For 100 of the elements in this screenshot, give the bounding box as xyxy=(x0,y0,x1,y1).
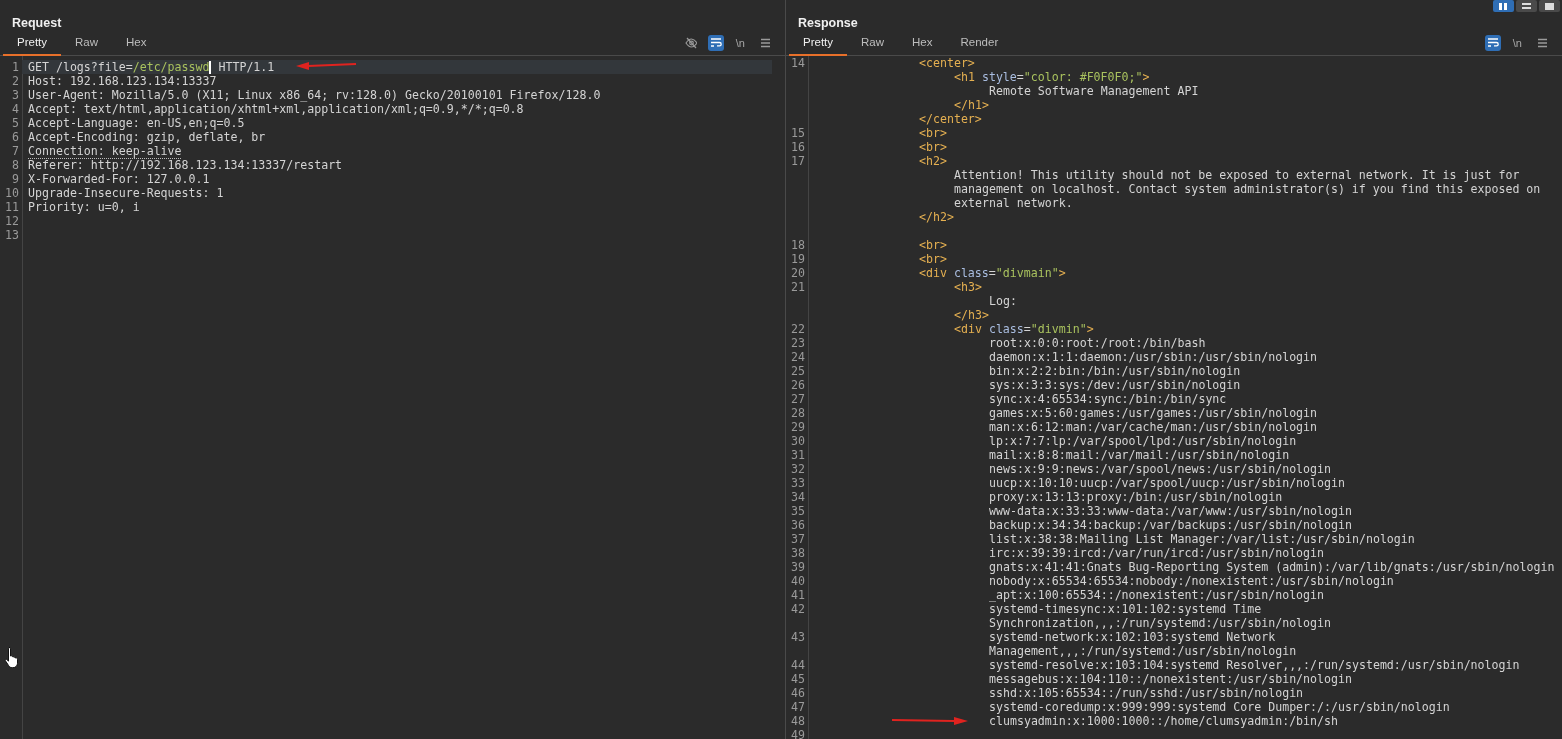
code-line: gnats:x:41:41:Gnats Bug-Reporting System (admin):/var/lib/gnats:/usr/sbin/nologin xyxy=(989,560,1555,574)
line-number: 2 xyxy=(12,74,19,88)
code-line: </h2> xyxy=(919,210,954,224)
line-number: 19 xyxy=(791,252,805,266)
code-line: <div class="divmain"> xyxy=(919,266,1066,280)
tab[interactable]: Hex xyxy=(112,32,161,56)
line-number: 49 xyxy=(791,728,805,739)
line-number: 35 xyxy=(791,504,805,518)
code-line: User-Agent: Mozilla/5.0 (X11; Linux x86_64; rv:128.0) Gecko/20100101 Firefox/128.0 xyxy=(27,88,602,102)
code-line: Priority: u=0, i xyxy=(27,200,141,214)
code-line: Referer: http://192.168.123.134:13337/restart xyxy=(27,158,344,172)
layout-button[interactable] xyxy=(1493,0,1514,12)
line-number: 25 xyxy=(791,364,805,378)
line-number: 9 xyxy=(12,172,19,186)
line-number: 33 xyxy=(791,476,805,490)
code-line: external network. xyxy=(954,196,1073,210)
line-number: 47 xyxy=(791,700,805,714)
rows-icon xyxy=(1522,2,1531,10)
code-line: <br> xyxy=(919,238,947,252)
code-line: sys:x:3:3:sys:/dev:/usr/sbin/nologin xyxy=(989,378,1241,392)
line-number: 5 xyxy=(12,116,19,130)
code-line: <h1 style="color: #F0F0F0;"> xyxy=(954,70,1150,84)
line-number: 6 xyxy=(12,130,19,144)
line-number: 8 xyxy=(12,158,19,172)
line-number: 24 xyxy=(791,350,805,364)
line-number: 4 xyxy=(12,102,19,116)
code-line: man:x:6:12:man:/var/cache/man:/usr/sbin/nologin xyxy=(989,420,1318,434)
columns-icon xyxy=(1499,2,1508,10)
code-line: list:x:38:38:Mailing List Manager:/var/list:/usr/sbin/nologin xyxy=(989,532,1415,546)
code-line: <h3> xyxy=(954,280,982,294)
tab[interactable]: Raw xyxy=(61,32,113,56)
line-number: 16 xyxy=(791,140,805,154)
code-line: systemd-network:x:102:103:systemd Network xyxy=(989,630,1276,644)
line-number: 30 xyxy=(791,434,805,448)
code-line: mail:x:8:8:mail:/var/mail:/usr/sbin/nologin xyxy=(989,448,1290,462)
line-number: 43 xyxy=(791,630,805,644)
code-line: <div class="divmin"> xyxy=(954,322,1094,336)
code-line: management on localhost. Contact system administrator(s) if you find this exposed on xyxy=(954,182,1541,196)
line-number: 18 xyxy=(791,238,805,252)
code-line: nobody:x:65534:65534:nobody:/nonexistent:/usr/sbin/nologin xyxy=(989,574,1394,588)
line-number: 44 xyxy=(791,658,805,672)
single-pane-icon xyxy=(1545,2,1554,10)
code-line: root:x:0:0:root:/root:/bin/bash xyxy=(989,336,1206,350)
code-line: lp:x:7:7:lp:/var/spool/lpd:/usr/sbin/nologin xyxy=(989,434,1297,448)
line-number: 40 xyxy=(791,574,805,588)
line-number: 36 xyxy=(791,518,805,532)
tab[interactable]: Raw xyxy=(847,32,899,56)
code-line: Accept-Encoding: gzip, deflate, br xyxy=(27,130,267,144)
code-line: </h3> xyxy=(954,308,989,322)
code-line: irc:x:39:39:ircd:/var/run/ircd:/usr/sbin/nologin xyxy=(989,546,1325,560)
pointer-cursor-icon xyxy=(4,646,20,668)
code-line: Upgrade-Insecure-Requests: 1 xyxy=(27,186,225,200)
pane-title: Response xyxy=(797,15,858,32)
code-line: Connection: keep-alive xyxy=(27,144,183,158)
newline-toggle[interactable]: \n xyxy=(732,35,748,51)
code-line: systemd-resolve:x:103:104:systemd Resolver,,,:/run/systemd:/usr/sbin/nologin xyxy=(989,658,1520,672)
line-number: 29 xyxy=(791,420,805,434)
code-line: Attention! This utility should not be exposed to external network. It is just for xyxy=(954,168,1520,182)
layout-button[interactable] xyxy=(1516,0,1537,12)
tab[interactable]: Pretty xyxy=(789,32,848,56)
code-line: systemd-timesync:x:101:102:systemd Time xyxy=(989,602,1262,616)
line-number: 22 xyxy=(791,322,805,336)
line-number: 12 xyxy=(5,214,19,228)
code-line: Log: xyxy=(989,294,1017,308)
line-number: 32 xyxy=(791,462,805,476)
tab[interactable]: Hex xyxy=(898,32,947,56)
line-number: 11 xyxy=(5,200,19,214)
code-line: <h2> xyxy=(919,154,947,168)
wrap-button[interactable] xyxy=(707,35,724,51)
line-number: 39 xyxy=(791,560,805,574)
line-number: 45 xyxy=(791,672,805,686)
tab[interactable]: Render xyxy=(946,32,1013,56)
line-number: 17 xyxy=(791,154,805,168)
code-line: </center> xyxy=(919,112,982,126)
line-number: 13 xyxy=(5,228,19,242)
newline-toggle[interactable]: \n xyxy=(1509,35,1525,51)
code-line: clumsyadmin:x:1000:1000::/home/clumsyadmin:/bin/sh xyxy=(989,714,1338,728)
code-line: <center> xyxy=(919,56,975,70)
wrap-button[interactable] xyxy=(1484,35,1501,51)
line-number: 23 xyxy=(791,336,805,350)
line-number: 31 xyxy=(791,448,805,462)
tab[interactable]: Pretty xyxy=(3,32,62,56)
line-number: 46 xyxy=(791,686,805,700)
line-number: 26 xyxy=(791,378,805,392)
code-line: _apt:x:100:65534::/nonexistent:/usr/sbin/nologin xyxy=(989,588,1325,602)
line-number: 38 xyxy=(791,546,805,560)
code-line: bin:x:2:2:bin:/bin:/usr/sbin/nologin xyxy=(989,364,1241,378)
line-number: 27 xyxy=(791,392,805,406)
code-line: backup:x:34:34:backup:/var/backups:/usr/sbin/nologin xyxy=(989,518,1352,532)
line-number: 1 xyxy=(12,60,19,74)
code-line: <br> xyxy=(919,140,947,154)
line-number: 10 xyxy=(5,186,19,200)
line-number: 42 xyxy=(791,602,805,616)
code-line: <br> xyxy=(919,126,947,140)
line-number: 15 xyxy=(791,126,805,140)
code-line: <br> xyxy=(919,252,947,266)
line-number: 28 xyxy=(791,406,805,420)
layout-button[interactable] xyxy=(1539,0,1560,12)
code-line: Synchronization,,,:/run/systemd:/usr/sbin/nologin xyxy=(989,616,1332,630)
code-line: sshd:x:105:65534::/run/sshd:/usr/sbin/nologin xyxy=(989,686,1304,700)
